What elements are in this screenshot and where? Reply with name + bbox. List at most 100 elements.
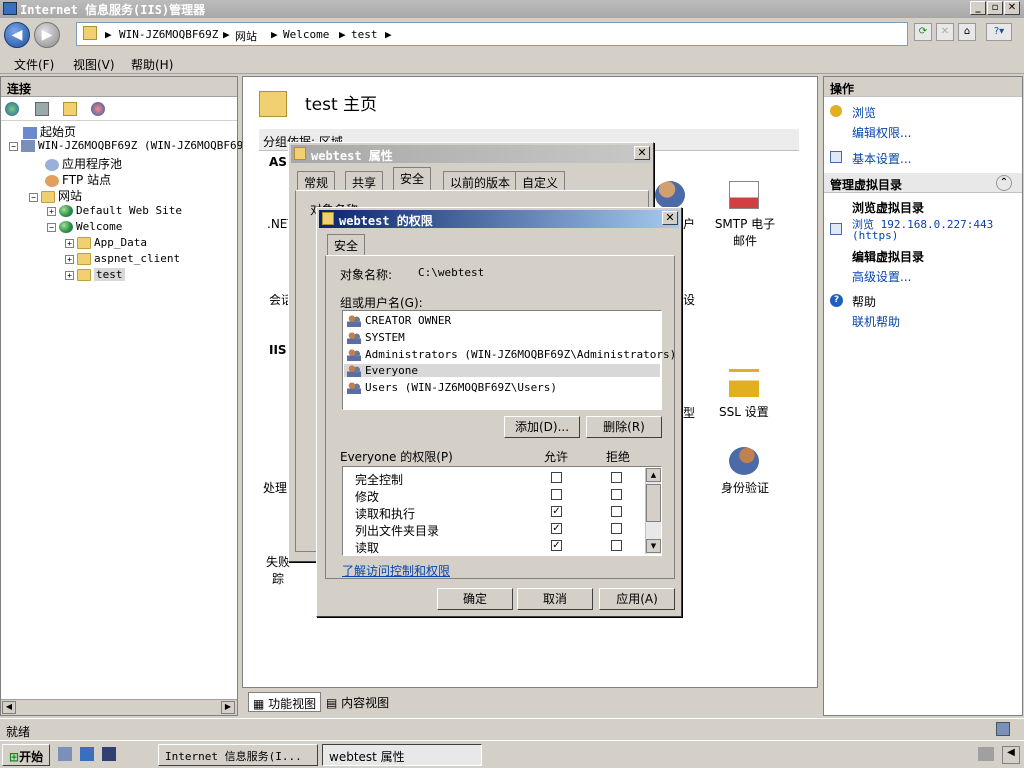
tray-expand-icon[interactable]: ◀ [1002, 746, 1020, 764]
feature-users[interactable]: 户 [683, 215, 695, 232]
perm-allow-checkbox[interactable]: ✓ [551, 540, 562, 551]
breadcrumb-sites[interactable]: 网站 [235, 28, 257, 44]
perm-deny-checkbox[interactable] [611, 489, 622, 500]
tree-item-app-pools[interactable]: 应用程序池 [45, 155, 122, 172]
browse-icon [830, 105, 842, 117]
tree-item-default-site[interactable]: + Default Web Site [47, 204, 182, 217]
tree-item-aspnet-client[interactable]: + aspnet_client [65, 252, 180, 265]
task-iis-manager[interactable]: Internet 信息服务(I... [158, 744, 318, 766]
auth-icon [729, 447, 759, 475]
scroll-up-icon[interactable]: ▲ [646, 468, 661, 482]
page-title: test 主页 [305, 95, 378, 115]
properties-titlebar: webtest 属性 [291, 145, 651, 163]
save-icon[interactable] [35, 102, 49, 116]
disconnect-icon[interactable] [91, 102, 105, 116]
up-folder-icon[interactable] [63, 102, 77, 116]
user-creator-owner[interactable]: CREATOR OWNER [347, 314, 451, 327]
stop-icon[interactable]: ✕ [936, 23, 954, 41]
forward-button[interactable]: ▶ [34, 22, 60, 48]
user-users[interactable]: Users (WIN-JZ6MOQBF69Z\Users) [347, 381, 557, 394]
action-edit-permissions[interactable]: 编辑权限... [852, 124, 911, 141]
connect-icon[interactable] [5, 102, 19, 116]
tree-item-server[interactable]: − WIN-JZ6MOQBF69Z (WIN-JZ6MOQBF69Z [9, 139, 250, 152]
tree-item-welcome[interactable]: − Welcome [47, 220, 122, 233]
breadcrumb-server[interactable]: WIN-JZ6MOQBF69Z [119, 28, 218, 41]
help-dropdown-icon[interactable]: ?▾ [986, 23, 1012, 41]
perm-allow-checkbox[interactable] [551, 489, 562, 500]
horizontal-scrollbar[interactable]: ◀ ▶ [1, 699, 237, 715]
users-listbox[interactable]: CREATOR OWNER SYSTEM Administrators (WIN… [342, 310, 676, 410]
feature-settings[interactable]: 设 [683, 291, 695, 308]
feature-auth[interactable]: 身份验证 [721, 479, 769, 496]
menu-help[interactable]: 帮助(H) [131, 56, 173, 73]
maximize-icon[interactable]: ▫ [987, 1, 1003, 15]
address-field[interactable]: ▶ WIN-JZ6MOQBF69Z ▶ 网站 ▶ Welcome ▶ test … [76, 22, 908, 46]
tree-item-test[interactable]: + test [65, 268, 125, 281]
breadcrumb-test[interactable]: test [351, 28, 378, 41]
close-icon[interactable]: ✕ [1004, 1, 1020, 15]
help-heading[interactable]: 帮助 [852, 293, 876, 310]
action-basic-settings[interactable]: 基本设置... [852, 150, 911, 167]
collapse-icon[interactable]: ⌃ [996, 175, 1012, 191]
properties-close-button[interactable]: ✕ [634, 146, 650, 160]
ok-button[interactable]: 确定 [437, 588, 513, 610]
scroll-thumb[interactable] [646, 484, 661, 522]
feature-type[interactable]: 型 [683, 404, 695, 421]
navigation-bar: ◀ ▶ ▶ WIN-JZ6MOQBF69Z ▶ 网站 ▶ Welcome ▶ t… [0, 18, 1024, 52]
learn-access-control-link[interactable]: 了解访问控制和权限 [342, 562, 450, 579]
tree-item-sites[interactable]: − 网站 [29, 187, 82, 204]
tab-sharing[interactable]: 共享 [345, 171, 384, 191]
settings-icon [830, 151, 842, 163]
scroll-down-icon[interactable]: ▼ [646, 539, 661, 553]
tab-general[interactable]: 常规 [297, 171, 336, 191]
task-webtest-props[interactable]: webtest 属性 [322, 744, 482, 766]
quicklaunch-desktop-icon[interactable] [80, 747, 94, 761]
tab-previous-versions[interactable]: 以前的版本 [443, 171, 518, 191]
tab-features-view[interactable]: ▦ 功能视图 [248, 692, 322, 712]
feature-ssl[interactable]: SSL 设置 [719, 403, 769, 420]
action-online-help[interactable]: 联机帮助 [852, 313, 900, 330]
tab-security[interactable]: 安全 [393, 167, 432, 191]
window-titlebar: Internet 信息服务(IIS)管理器 _ ▫ ✕ [0, 0, 1024, 18]
tab-security[interactable]: 安全 [327, 234, 366, 256]
user-system[interactable]: SYSTEM [347, 331, 405, 344]
feature-handler[interactable]: 处理 [263, 479, 287, 496]
user-everyone-selected[interactable]: Everyone [344, 364, 660, 377]
user-administrators[interactable]: Administrators (WIN-JZ6MOQBF69Z\Administ… [347, 348, 676, 361]
add-button[interactable]: 添加(D)... [504, 416, 580, 438]
back-button[interactable]: ◀ [4, 22, 30, 48]
perm-deny-checkbox[interactable] [611, 472, 622, 483]
tree-item-ftp[interactable]: FTP 站点 [45, 171, 111, 188]
feature-smtp[interactable]: SMTP 电子邮件 [709, 215, 781, 249]
perm-allow-checkbox[interactable] [551, 472, 562, 483]
vdir-large-icon [259, 91, 287, 117]
action-browse-https-proto[interactable]: (https) [852, 229, 898, 242]
quicklaunch-server-icon[interactable] [58, 747, 72, 761]
home-icon[interactable]: ⌂ [958, 23, 976, 41]
globe-icon [59, 205, 73, 217]
remove-button[interactable]: 删除(R) [586, 416, 662, 438]
cancel-button[interactable]: 取消 [517, 588, 593, 610]
perm-allow-checkbox[interactable]: ✓ [551, 506, 562, 517]
perm-deny-checkbox[interactable] [611, 540, 622, 551]
menu-file[interactable]: 文件(F) [14, 56, 54, 73]
start-button[interactable]: ⊞开始 [2, 744, 50, 766]
taskbar: ⊞开始 Internet 信息服务(I... webtest 属性 ◀ [0, 740, 1024, 768]
refresh-icon[interactable]: ⟳ [914, 23, 932, 41]
permissions-scrollbar[interactable]: ▲ ▼ [645, 468, 661, 554]
perm-deny-checkbox[interactable] [611, 506, 622, 517]
quicklaunch-console-icon[interactable] [102, 747, 116, 761]
minimize-icon[interactable]: _ [970, 1, 986, 15]
tab-content-view[interactable]: ▤ 内容视图 [322, 692, 393, 712]
breadcrumb-welcome[interactable]: Welcome [283, 28, 329, 41]
action-browse[interactable]: 浏览 [852, 104, 876, 121]
menu-view[interactable]: 视图(V) [73, 56, 115, 73]
apply-button[interactable]: 应用(A) [599, 588, 675, 610]
perm-deny-checkbox[interactable] [611, 523, 622, 534]
perm-allow-checkbox[interactable]: ✓ [551, 523, 562, 534]
action-advanced-settings[interactable]: 高级设置... [852, 268, 911, 285]
tree-item-start[interactable]: 起始页 [23, 123, 76, 140]
permissions-close-button[interactable]: ✕ [662, 211, 678, 225]
tab-customize[interactable]: 自定义 [515, 171, 566, 191]
tree-item-app-data[interactable]: + App_Data [65, 236, 147, 249]
